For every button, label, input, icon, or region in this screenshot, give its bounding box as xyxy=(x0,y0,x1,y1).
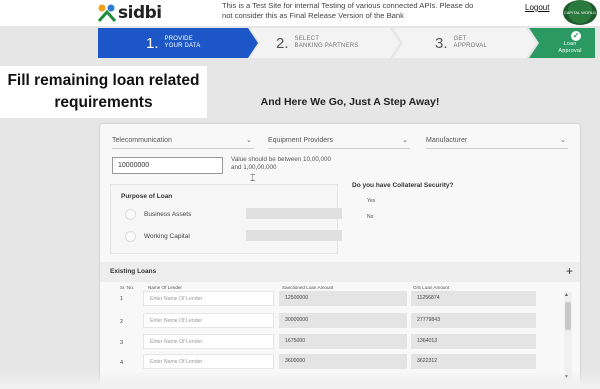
logout-link[interactable]: Logout xyxy=(525,3,549,12)
column-header-sanctioned: Sanctioned Loan Amount xyxy=(282,285,334,290)
step-label-line1: SELECT xyxy=(294,36,320,42)
overlay-caption: Fill remaining loan related requirements xyxy=(0,66,207,118)
step-label: Loan Approval xyxy=(558,41,581,55)
loan-form-card: Telecommunication ⌄ Equipment Providers … xyxy=(100,124,580,389)
sub-industry-dropdown[interactable]: Equipment Providers ⌄ xyxy=(268,133,410,149)
row-number: 2 xyxy=(120,319,124,325)
lender-name-input[interactable]: Enter Name Of Lender xyxy=(143,291,274,306)
table-scrollbar[interactable]: ▲ ▼ xyxy=(564,292,572,380)
purpose-option-label: Business Assets xyxy=(144,210,192,218)
purpose-option-working-capital[interactable]: Working Capital xyxy=(125,230,190,242)
page-subtitle: And Here We Go, Just A Step Away! xyxy=(260,96,440,108)
business-type-dropdown[interactable]: Manufacturer ⌄ xyxy=(426,133,568,149)
business-assets-amount-field[interactable] xyxy=(246,208,342,219)
column-header-os: O/S Loan Amount xyxy=(413,285,450,290)
scrollbar-thumb[interactable] xyxy=(565,302,571,330)
progress-stepper: 1. PROVIDE YOUR DATA 2. SELECT BANKING PAR… xyxy=(98,28,595,58)
row-number: 3 xyxy=(120,340,124,346)
bottom-fade xyxy=(0,371,600,389)
purpose-title: Purpose of Loan xyxy=(121,193,173,200)
sanctioned-amount-input[interactable]: 3600000 xyxy=(279,354,407,369)
step-number: 1. xyxy=(146,34,159,52)
existing-loans-title: Existing Loans xyxy=(110,268,157,275)
top-header: sidbi This is a Test Site for internal T… xyxy=(0,0,600,26)
sidbi-logo-text: sidbi xyxy=(118,3,162,23)
os-amount-input[interactable]: 27779843 xyxy=(411,313,536,328)
industry-dropdown[interactable]: Telecommunication ⌄ xyxy=(112,133,254,149)
industry-dropdown-value: Telecommunication xyxy=(112,137,172,144)
step-number: 2. xyxy=(276,34,289,52)
step-label-line1: PROVIDE xyxy=(164,36,193,42)
page: sidbi This is a Test Site for internal T… xyxy=(0,0,600,389)
column-header-sr-no: Sr. No. xyxy=(120,285,135,290)
row-number: 4 xyxy=(120,360,124,366)
chevron-down-icon: ⌄ xyxy=(560,137,566,144)
lender-name-input[interactable]: Enter Name Of Lender xyxy=(143,313,274,328)
step-label-line2: APPROVAL xyxy=(453,43,488,49)
sanctioned-amount-input[interactable]: 30000000 xyxy=(279,313,407,328)
scroll-up-icon[interactable]: ▲ xyxy=(564,292,569,298)
step-select-banking-partners[interactable]: 2. SELECT BANKING PARTNERS xyxy=(250,28,400,58)
collateral-option-yes[interactable]: Yes xyxy=(367,198,375,204)
lender-name-input[interactable]: Enter Name Of Lender xyxy=(143,334,274,349)
step-label: GET APPROVAL xyxy=(454,36,488,50)
step-label-line2: Approval xyxy=(558,48,582,54)
step-label-line1: Loan xyxy=(563,41,577,47)
os-amount-input[interactable]: 11256874 xyxy=(411,291,536,306)
collateral-option-no[interactable]: No xyxy=(367,214,373,220)
text-cursor-icon: ⌶ xyxy=(250,173,256,183)
loan-amount-input[interactable]: 10000000 xyxy=(112,157,223,174)
test-site-notice: This is a Test Site for internal Testing… xyxy=(222,1,474,20)
purpose-of-loan-section: Purpose of Loan Business Assets Working … xyxy=(110,184,342,254)
step-label: SELECT BANKING PARTNERS xyxy=(295,36,359,50)
column-header-lender: Name Of Lender xyxy=(148,285,182,290)
step-loan-approval[interactable]: ✓ Loan Approval xyxy=(529,28,595,58)
loan-amount-hint: Value should be between 10,00,000 and 1,… xyxy=(231,156,332,171)
step-provide-data[interactable]: 1. PROVIDE YOUR DATA xyxy=(98,28,258,58)
collateral-question: Do you have Collateral Security? xyxy=(352,182,454,189)
sanctioned-amount-input[interactable]: 12500000 xyxy=(279,291,407,306)
partner-logo-text: CAPITAL WORLD xyxy=(563,10,597,15)
sub-industry-dropdown-value: Equipment Providers xyxy=(268,137,333,144)
business-type-dropdown-value: Manufacturer xyxy=(426,137,468,144)
sidbi-logo[interactable]: sidbi xyxy=(96,3,162,23)
step-label: PROVIDE YOUR DATA xyxy=(165,36,201,50)
lender-name-input[interactable]: Enter Name Of Lender xyxy=(143,354,274,369)
radio-button[interactable] xyxy=(125,230,136,242)
step-label-line2: BANKING PARTNERS xyxy=(294,43,359,49)
partner-logo: CAPITAL WORLD xyxy=(563,0,597,25)
working-capital-amount-field[interactable] xyxy=(246,230,342,241)
purpose-option-label: Working Capital xyxy=(144,232,190,240)
step-number: 3. xyxy=(435,34,448,52)
check-icon: ✓ xyxy=(571,31,581,41)
purpose-option-business-assets[interactable]: Business Assets xyxy=(125,208,191,220)
step-label-line2: YOUR DATA xyxy=(164,43,201,49)
caption-line-1: Fill remaining loan related xyxy=(7,72,200,89)
existing-loans-header: Existing Loans + xyxy=(100,262,580,282)
chevron-down-icon: ⌄ xyxy=(402,137,408,144)
caption-line-2: requirements xyxy=(54,94,153,111)
sanctioned-amount-input[interactable]: 1675000 xyxy=(279,334,407,349)
step-get-approval[interactable]: 3. GET APPROVAL xyxy=(393,28,536,58)
sidbi-logo-mark-icon xyxy=(97,4,117,22)
os-amount-input[interactable]: 1364013 xyxy=(411,334,536,349)
radio-button[interactable] xyxy=(125,208,136,220)
add-loan-plus-icon[interactable]: + xyxy=(566,264,573,278)
step-label-line1: GET xyxy=(453,36,467,42)
row-number: 1 xyxy=(120,296,124,302)
os-amount-input[interactable]: 3622312 xyxy=(411,354,536,369)
chevron-down-icon: ⌄ xyxy=(246,137,252,144)
